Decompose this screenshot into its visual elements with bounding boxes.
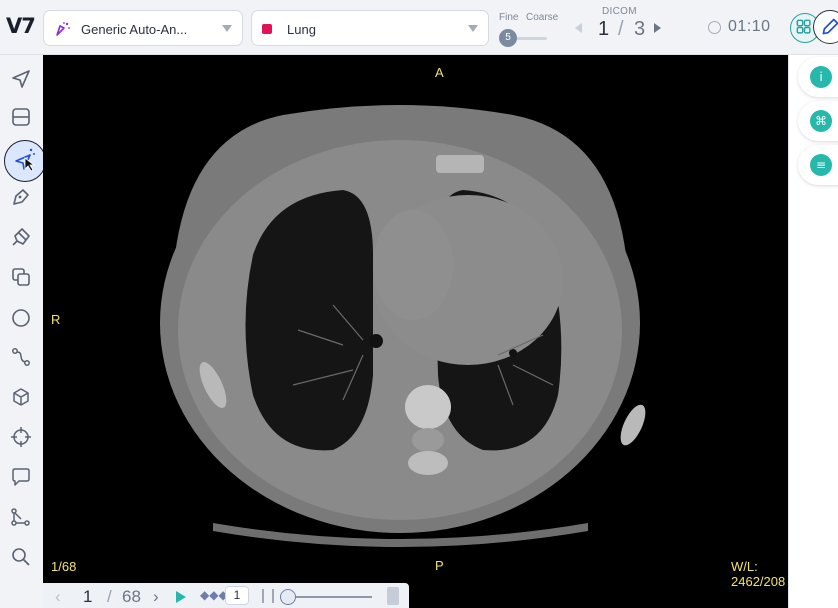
model-select-value: Generic Auto-An...	[81, 22, 188, 37]
info-icon: i	[810, 66, 832, 88]
edit-button[interactable]	[813, 10, 838, 44]
v7-logo[interactable]: V7	[6, 14, 38, 42]
frame-current: 1	[83, 587, 93, 606]
orientation-left: R	[51, 312, 61, 327]
class-select-value: Lung	[287, 22, 316, 37]
tool-sidebar	[0, 55, 46, 608]
dicom-current: 1	[598, 18, 610, 40]
shortcuts-button[interactable]: ⌘	[798, 101, 838, 141]
split-view-tool[interactable]	[8, 104, 34, 130]
frame-total: 68	[122, 587, 141, 606]
next-frame-icon[interactable]: ›	[153, 587, 159, 607]
model-select[interactable]: Generic Auto-An...	[43, 10, 243, 46]
frame-separator: /	[107, 587, 112, 606]
app-window: V7 Generic Auto-An... Lung Fine Coarse 5…	[0, 0, 838, 608]
comment-tool[interactable]	[8, 464, 34, 490]
clock-icon	[708, 21, 721, 34]
prev-arrow-icon[interactable]	[575, 23, 582, 33]
ellipse-icon	[12, 309, 30, 327]
polygon-copy-icon	[12, 268, 30, 286]
dicom-separator: /	[618, 18, 624, 40]
polyline-icon	[12, 348, 30, 366]
dicom-total: 3	[634, 18, 646, 40]
orientation-bottom: P	[435, 558, 444, 573]
fps-field[interactable]: 1	[225, 586, 249, 605]
pen-tool[interactable]	[8, 184, 34, 210]
ct-scan-image	[160, 105, 646, 547]
pen-icon	[13, 189, 29, 205]
timeline-knob[interactable]	[280, 589, 296, 605]
auto-annotate-icon	[15, 148, 36, 172]
navigate-tool[interactable]	[8, 66, 34, 92]
orientation-top: A	[435, 65, 444, 80]
chevron-down-icon	[468, 25, 478, 32]
dicom-label: DICOM	[602, 6, 637, 17]
dicom-viewer-canvas[interactable]: A P R L 1/68 W/L: 2462/208	[43, 55, 788, 608]
polyline-tool[interactable]	[8, 344, 34, 370]
play-icon[interactable]	[176, 591, 186, 603]
magic-wand-icon	[56, 22, 70, 36]
pen-edit-icon	[822, 18, 838, 35]
cube-tool[interactable]	[8, 384, 34, 410]
timeline-end-marker[interactable]	[387, 587, 399, 605]
slice-index: 1/68	[51, 559, 77, 574]
comment-icon	[12, 468, 30, 486]
zoom-tool[interactable]	[8, 544, 34, 570]
granularity-slider[interactable]: Fine Coarse 5	[497, 10, 567, 48]
coarse-label: Coarse	[526, 12, 559, 23]
settings-sliders-icon: ≡	[810, 154, 832, 176]
class-select[interactable]: Lung	[251, 10, 489, 46]
fine-label: Fine	[499, 12, 519, 23]
timer-value: 01:10	[728, 18, 771, 35]
scrub-handle-icon[interactable]	[262, 589, 274, 603]
keypoint-tool[interactable]	[8, 424, 34, 450]
crosshair-icon	[11, 427, 31, 447]
frame-navigator: ‹ 1 / 68 › ◆◆◆ 1	[43, 583, 409, 608]
top-bar: V7 Generic Auto-An... Lung Fine Coarse 5…	[0, 0, 838, 55]
navigate-icon	[12, 70, 30, 88]
brush-icon	[12, 228, 30, 246]
class-color-swatch	[262, 24, 272, 34]
brush-tool[interactable]	[8, 224, 34, 250]
slider-knob[interactable]: 5	[499, 29, 517, 47]
prev-frame-icon[interactable]: ‹	[55, 587, 61, 607]
info-button[interactable]: i	[798, 57, 838, 97]
command-icon: ⌘	[810, 110, 832, 132]
polygon-copy-tool[interactable]	[8, 264, 34, 290]
cube-icon	[13, 388, 29, 406]
settings-button[interactable]: ≡	[798, 145, 838, 185]
dicom-navigator: DICOM 1 / 3	[572, 4, 668, 48]
auto-annotate-tool[interactable]	[4, 140, 46, 182]
ellipse-tool[interactable]	[8, 305, 34, 331]
right-panel-rail: i ⌘ ≡	[788, 55, 838, 608]
fps-stepper-icon[interactable]: ◆◆◆	[200, 588, 228, 602]
skeleton-tool[interactable]	[8, 504, 34, 530]
skeleton-icon	[11, 508, 30, 526]
zoom-icon	[12, 548, 30, 566]
next-arrow-icon[interactable]	[654, 23, 661, 33]
chevron-down-icon	[222, 25, 232, 32]
window-level: W/L: 2462/208	[731, 559, 786, 589]
split-view-icon	[12, 108, 30, 126]
